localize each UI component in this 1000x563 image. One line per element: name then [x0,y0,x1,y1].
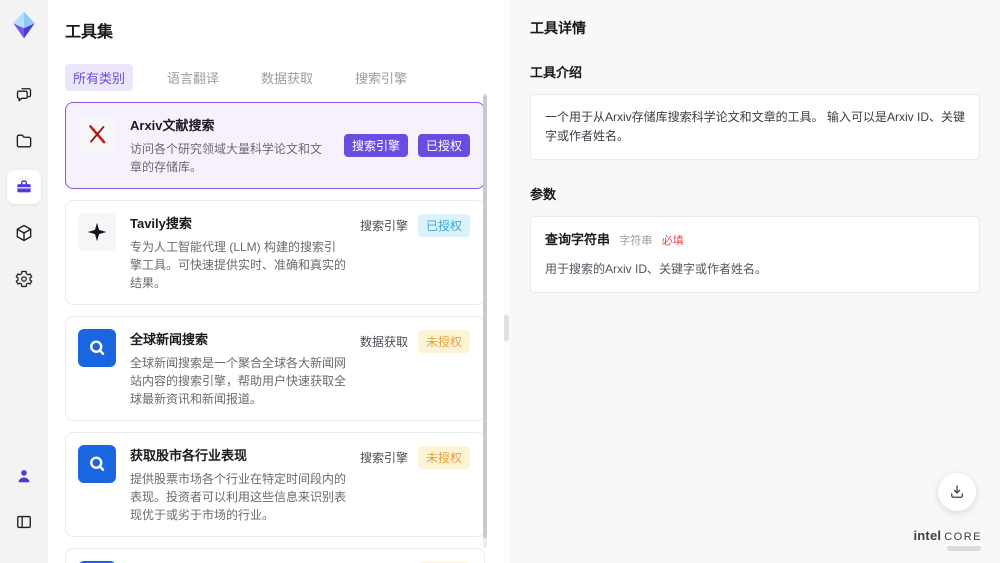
page-title: 工具集 [65,24,114,41]
tool-card-active-stocks[interactable]: 获取市场最活跃股票信息 提供当天交易量最高的股票列表。投资者可以利用这些信息来识… [65,548,485,563]
tavily-star-icon [78,213,116,251]
category-label: 搜索引擎 [359,219,408,233]
scrollbar-thumb[interactable] [483,95,487,538]
sidebar-item-panel-toggle[interactable] [7,505,41,539]
tool-card-arxiv[interactable]: Arxiv文献搜索 访问各个研究领域大量科学论文和文章的存储库。 搜索引擎 已授… [65,102,485,189]
tool-card-tavily[interactable]: Tavily搜索 专为人工智能代理 (LLM) 构建的搜索引擎工具。可快速提供实… [65,200,485,305]
sidebar-item-user[interactable] [7,459,41,493]
tool-description: 专为人工智能代理 (LLM) 构建的搜索引擎工具。可快速提供实时、准确和真实的结… [130,240,347,290]
tool-title: 获取股市各行业表现 [130,448,248,463]
param-type: 字符串 [619,235,653,248]
arxiv-icon [78,115,116,153]
panel-toggle-icon [17,515,31,529]
sidebar [0,0,48,563]
params-heading: 参数 [530,187,557,203]
list-scrollbar[interactable] [483,93,487,548]
sidebar-item-chat[interactable] [7,78,41,112]
auth-badge: 已授权 [417,214,470,237]
folder-icon [16,134,32,148]
intel-text: intel [913,528,942,543]
blue-search-app-icon [78,445,116,483]
param-box: 查询字符串 字符串 必填 用于搜索的Arxiv ID、关键字或作者姓名。 [530,216,980,294]
auth-badge: 已授权 [417,134,470,157]
category-label: 数据获取 [359,335,408,349]
tool-title: Tavily搜索 [130,216,192,231]
core-text: CORE [944,531,982,543]
tool-list-pane: 工具集 所有类别 语言翻译 数据获取 搜索引擎 Arxiv文献搜索 访问各个研究… [48,0,503,563]
resize-handle[interactable] [504,315,509,341]
user-icon [18,470,30,483]
param-header-row: 查询字符串 字符串 必填 [545,230,965,251]
tool-details-pane: 工具详情 工具介绍 一个用于从Arxiv存储库搜索科学论文和文章的工具。 输入可… [510,0,1000,563]
intro-box: 一个用于从Arxiv存储库搜索科学论文和文章的工具。 输入可以是Arxiv ID… [530,94,980,161]
tool-card-global-news[interactable]: 全球新闻搜索 全球新闻搜索是一个聚合全球各大新闻网站内容的搜索引擎，帮助用户快速… [65,316,485,421]
tab-search-engine[interactable]: 搜索引擎 [347,64,415,91]
main-area: 工具集 所有类别 语言翻译 数据获取 搜索引擎 Arxiv文献搜索 访问各个研究… [48,0,1000,563]
package-icon [16,224,32,242]
pane-resize-divider[interactable] [503,0,510,563]
download-icon [951,485,963,498]
category-badge: 搜索引擎 [343,134,408,157]
category-tabs: 所有类别 语言翻译 数据获取 搜索引擎 [65,64,485,91]
sidebar-item-packages[interactable] [7,216,41,250]
toolbox-icon [17,180,31,193]
gear-icon [15,270,33,288]
tab-data-acquisition[interactable]: 数据获取 [253,64,321,91]
tab-all-categories[interactable]: 所有类别 [65,64,134,91]
download-button[interactable] [938,473,976,511]
tool-description: 访问各个研究领域大量科学论文和文章的存储库。 [130,142,323,174]
param-name: 查询字符串 [545,232,611,248]
tab-language-translation[interactable]: 语言翻译 [159,64,227,91]
tool-list: Arxiv文献搜索 访问各个研究领域大量科学论文和文章的存储库。 搜索引擎 已授… [65,102,485,563]
auth-badge: 未授权 [417,330,470,353]
app-window: 工具集 所有类别 语言翻译 数据获取 搜索引擎 Arxiv文献搜索 访问各个研究… [0,0,1000,563]
param-required-badge: 必填 [661,235,684,248]
details-title: 工具详情 [530,20,586,36]
param-description: 用于搜索的Arxiv ID、关键字或作者姓名。 [545,262,768,277]
sidebar-item-settings[interactable] [7,262,41,296]
tool-title: Arxiv文献搜索 [130,118,215,133]
tool-description: 全球新闻搜索是一个聚合全球各大新闻网站内容的搜索引擎，帮助用户快速获取全球最新资… [130,356,347,406]
tool-title: 全球新闻搜索 [130,332,209,347]
blue-search-app-icon [78,329,116,367]
sidebar-item-tools[interactable] [7,170,41,204]
tool-description: 提供股票市场各个行业在特定时间段内的表现。投资者可以利用这些信息来识别表现优于或… [130,472,347,522]
intel-core-logo: intel CORE [913,528,982,551]
category-label: 搜索引擎 [359,451,408,465]
intel-sub-mark [947,546,981,551]
app-logo-icon [9,10,39,40]
auth-badge: 未授权 [417,446,470,469]
chat-icon [16,88,32,102]
sidebar-item-files[interactable] [7,124,41,158]
tool-card-sector-performance[interactable]: 获取股市各行业表现 提供股票市场各个行业在特定时间段内的表现。投资者可以利用这些… [65,432,485,537]
intro-heading: 工具介绍 [530,65,583,80]
